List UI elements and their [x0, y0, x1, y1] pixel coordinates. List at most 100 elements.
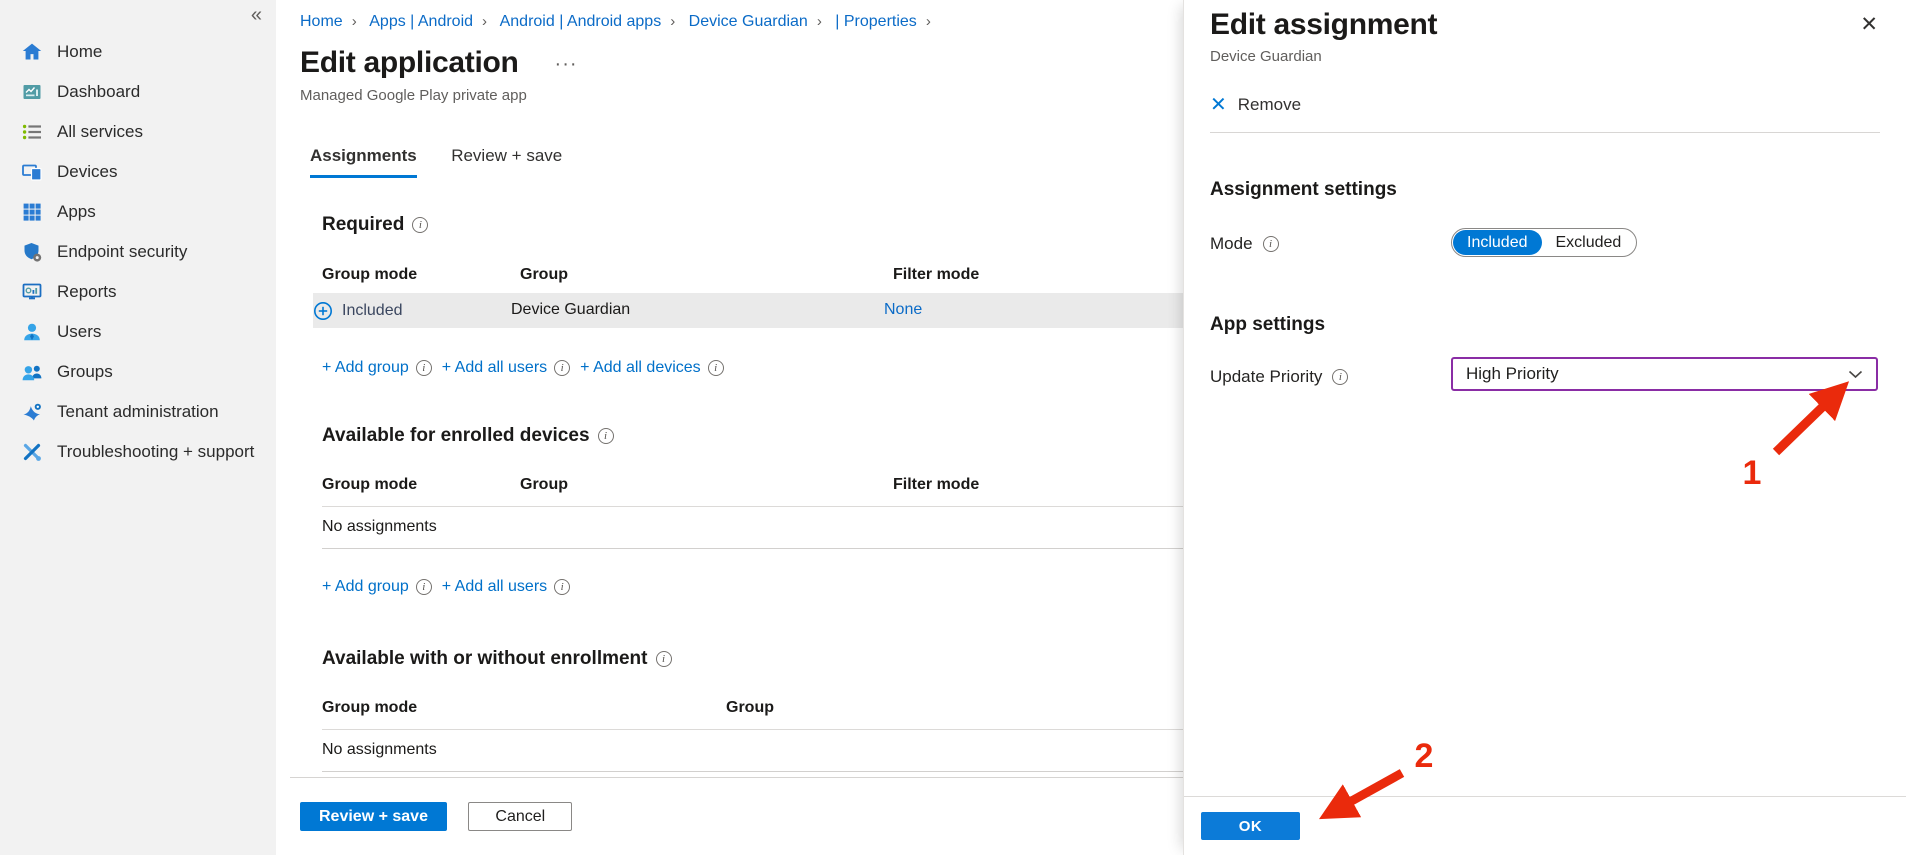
section-heading: Available with or without enrollment	[322, 648, 648, 670]
info-icon[interactable]: i	[554, 360, 570, 376]
assignment-settings-heading: Assignment settings	[1210, 179, 1880, 201]
sidebar-item-home[interactable]: Home	[0, 32, 276, 72]
chevron-right-icon: ›	[670, 13, 675, 30]
column-header: Group	[520, 476, 568, 494]
sidebar-item-label: Reports	[57, 282, 117, 302]
add-all-devices-link[interactable]: + Add all devices	[580, 359, 701, 377]
sidebar-item-tenant-administration[interactable]: Tenant administration	[0, 392, 276, 432]
remove-button[interactable]: ✕ Remove	[1210, 92, 1340, 117]
info-icon[interactable]: i	[1332, 369, 1348, 385]
breadcrumb-link-properties[interactable]: | Properties	[835, 13, 917, 30]
more-menu-button[interactable]: ···	[555, 53, 578, 76]
users-icon	[20, 321, 44, 343]
chevron-right-icon: ›	[482, 13, 487, 30]
chevron-down-icon	[1848, 370, 1863, 379]
panel-title: Edit assignment	[1210, 8, 1880, 42]
breadcrumb-link-apps-android[interactable]: Apps | Android	[369, 13, 473, 30]
sidebar-item-devices[interactable]: Devices	[0, 152, 276, 192]
panel-footer: OK	[1184, 796, 1906, 855]
info-icon[interactable]: i	[1263, 236, 1279, 252]
devices-icon	[20, 161, 44, 183]
column-header: Group	[726, 699, 774, 717]
sidebar-item-label: Groups	[57, 362, 113, 382]
add-group-link[interactable]: + Add group	[322, 578, 409, 596]
breadcrumb: Home › Apps | Android › Android | Android …	[276, 0, 1183, 31]
sidebar-item-dashboard[interactable]: Dashboard	[0, 72, 276, 112]
update-priority-dropdown[interactable]: High Priority	[1451, 357, 1878, 391]
info-icon[interactable]: i	[412, 217, 428, 233]
chevron-right-icon: ›	[817, 13, 822, 30]
column-header: Filter mode	[893, 266, 979, 284]
tenant-admin-icon	[20, 401, 44, 423]
empty-label: No assignments	[322, 518, 437, 535]
ok-button[interactable]: OK	[1201, 812, 1300, 840]
mode-excluded-option[interactable]: Excluded	[1542, 234, 1636, 252]
add-group-link[interactable]: + Add group	[322, 359, 409, 377]
mode-included-option[interactable]: Included	[1453, 230, 1542, 255]
section-available-without-enrollment: Available with or without enrollment i G…	[322, 648, 1183, 772]
app-settings-heading: App settings	[1210, 314, 1880, 336]
update-priority-label: Update Priority	[1210, 367, 1322, 387]
edit-assignment-panel: ✕ Edit assignment Device Guardian ✕ Remo…	[1183, 0, 1906, 855]
mode-label: Mode	[1210, 234, 1253, 254]
reports-icon	[20, 281, 44, 303]
review-save-button[interactable]: Review + save	[300, 802, 447, 831]
main-footer: Review + save Cancel	[290, 777, 1183, 855]
sidebar-nav: Home Dashboard All services Devices Apps…	[0, 0, 276, 472]
endpoint-security-icon	[20, 241, 44, 263]
breadcrumb-link-home[interactable]: Home	[300, 13, 343, 30]
update-priority-row: Update Priority i High Priority	[1210, 363, 1880, 395]
info-icon[interactable]: i	[554, 579, 570, 595]
sidebar-item-troubleshooting[interactable]: Troubleshooting + support	[0, 432, 276, 472]
info-icon[interactable]: i	[416, 360, 432, 376]
breadcrumb-link-android-apps[interactable]: Android | Android apps	[500, 13, 662, 30]
main-content: Home › Apps | Android › Android | Android …	[276, 0, 1183, 855]
section-available-enrolled: Available for enrolled devices i Group m…	[322, 425, 1183, 596]
info-icon[interactable]: i	[416, 579, 432, 595]
groups-icon	[20, 361, 44, 383]
info-icon[interactable]: i	[598, 428, 614, 444]
column-header: Group mode	[322, 266, 417, 284]
tab-bar: Assignments Review + save	[310, 146, 1183, 178]
table-header-row: Group mode Group	[322, 699, 1183, 721]
column-header: Group mode	[322, 476, 417, 494]
troubleshooting-icon	[20, 441, 44, 463]
dashboard-icon	[20, 81, 44, 103]
sidebar-item-apps[interactable]: Apps	[0, 192, 276, 232]
tab-review-save[interactable]: Review + save	[451, 146, 562, 175]
breadcrumb-link-device-guardian[interactable]: Device Guardian	[689, 13, 808, 30]
sidebar-collapse-icon[interactable]: «	[251, 4, 262, 27]
column-header: Group mode	[322, 699, 417, 717]
cancel-button[interactable]: Cancel	[468, 802, 572, 831]
table-row[interactable]: Included Device Guardian None	[313, 293, 1183, 328]
sidebar-item-label: Dashboard	[57, 82, 140, 102]
sidebar-item-users[interactable]: Users	[0, 312, 276, 352]
sidebar-item-reports[interactable]: Reports	[0, 272, 276, 312]
empty-assignments-row: No assignments	[322, 729, 1183, 772]
sidebar-item-label: Users	[57, 322, 101, 342]
remove-x-icon: ✕	[1210, 92, 1227, 117]
empty-assignments-row: No assignments	[322, 506, 1183, 549]
chevron-right-icon: ›	[926, 13, 931, 30]
info-icon[interactable]: i	[708, 360, 724, 376]
info-icon[interactable]: i	[656, 651, 672, 667]
empty-label: No assignments	[322, 741, 437, 758]
cell-filter-mode[interactable]: None	[884, 301, 922, 319]
included-plus-icon	[313, 301, 333, 321]
mode-toggle[interactable]: Included Excluded	[1451, 228, 1637, 257]
close-icon[interactable]: ✕	[1860, 12, 1878, 37]
sidebar-item-groups[interactable]: Groups	[0, 352, 276, 392]
tab-assignments[interactable]: Assignments	[310, 146, 417, 178]
page-title: Edit application	[300, 46, 519, 80]
section-heading: Required	[322, 214, 404, 236]
column-header: Group	[520, 266, 568, 284]
sidebar-item-endpoint-security[interactable]: Endpoint security	[0, 232, 276, 272]
sidebar-item-label: Apps	[57, 202, 96, 222]
panel-divider	[1210, 132, 1880, 133]
page-subtitle: Managed Google Play private app	[300, 87, 1183, 104]
sidebar-item-all-services[interactable]: All services	[0, 112, 276, 152]
add-all-users-link[interactable]: + Add all users	[442, 578, 547, 596]
add-all-users-link[interactable]: + Add all users	[442, 359, 547, 377]
home-icon	[20, 41, 44, 63]
update-priority-value: High Priority	[1466, 364, 1559, 384]
